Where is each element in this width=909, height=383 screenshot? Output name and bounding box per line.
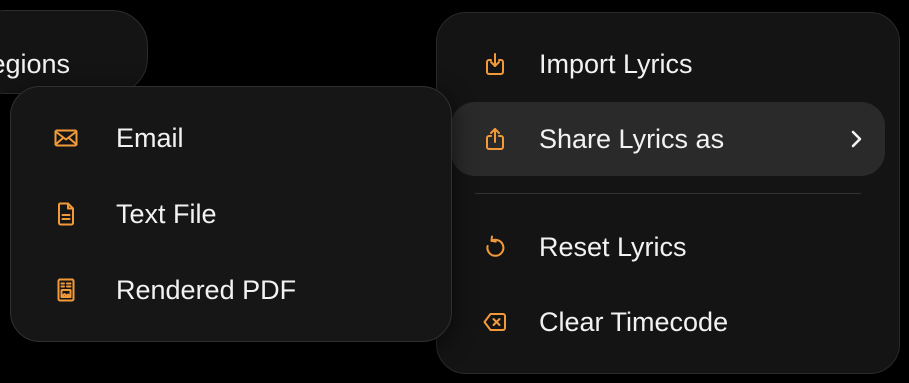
reset-icon — [482, 234, 508, 260]
menu-item-share-lyrics-as[interactable]: Share Lyrics as — [451, 102, 885, 176]
chevron-right-icon — [847, 127, 865, 151]
menu-item-label: Clear Timecode — [539, 307, 729, 337]
lyrics-context-menu: Import Lyrics Share Lyrics as Reset Lyri… — [436, 12, 900, 374]
menu-item-label: Import Lyrics — [539, 49, 693, 79]
menu-item-label: Reset Lyrics — [539, 232, 687, 262]
menu-item-reset-lyrics[interactable]: Reset Lyrics — [451, 210, 885, 284]
import-icon — [482, 51, 508, 77]
menu-item-label: Share Lyrics as — [539, 124, 725, 154]
submenu-item-rendered-pdf[interactable]: Rendered PDF — [11, 253, 451, 327]
share-icon — [482, 126, 508, 152]
submenu-item-email[interactable]: Email — [11, 101, 451, 175]
pdf-document-icon — [53, 277, 79, 303]
menu-divider — [475, 193, 861, 194]
submenu-item-text-file[interactable]: Text File — [11, 177, 451, 251]
regions-label: Regions — [0, 49, 71, 79]
document-icon — [53, 201, 79, 227]
submenu-item-label: Email — [116, 123, 184, 153]
envelope-icon — [53, 125, 79, 151]
submenu-item-label: Rendered PDF — [116, 275, 297, 305]
menu-item-import-lyrics[interactable]: Import Lyrics — [451, 27, 885, 101]
clear-icon — [482, 309, 508, 335]
screen: Regions Import Lyrics Share Lyr — [0, 0, 909, 383]
regions-button[interactable]: Regions — [0, 10, 148, 94]
share-submenu: Email Text File Rendered PDF — [10, 86, 452, 342]
submenu-item-label: Text File — [116, 199, 217, 229]
menu-item-clear-timecode[interactable]: Clear Timecode — [451, 285, 885, 359]
